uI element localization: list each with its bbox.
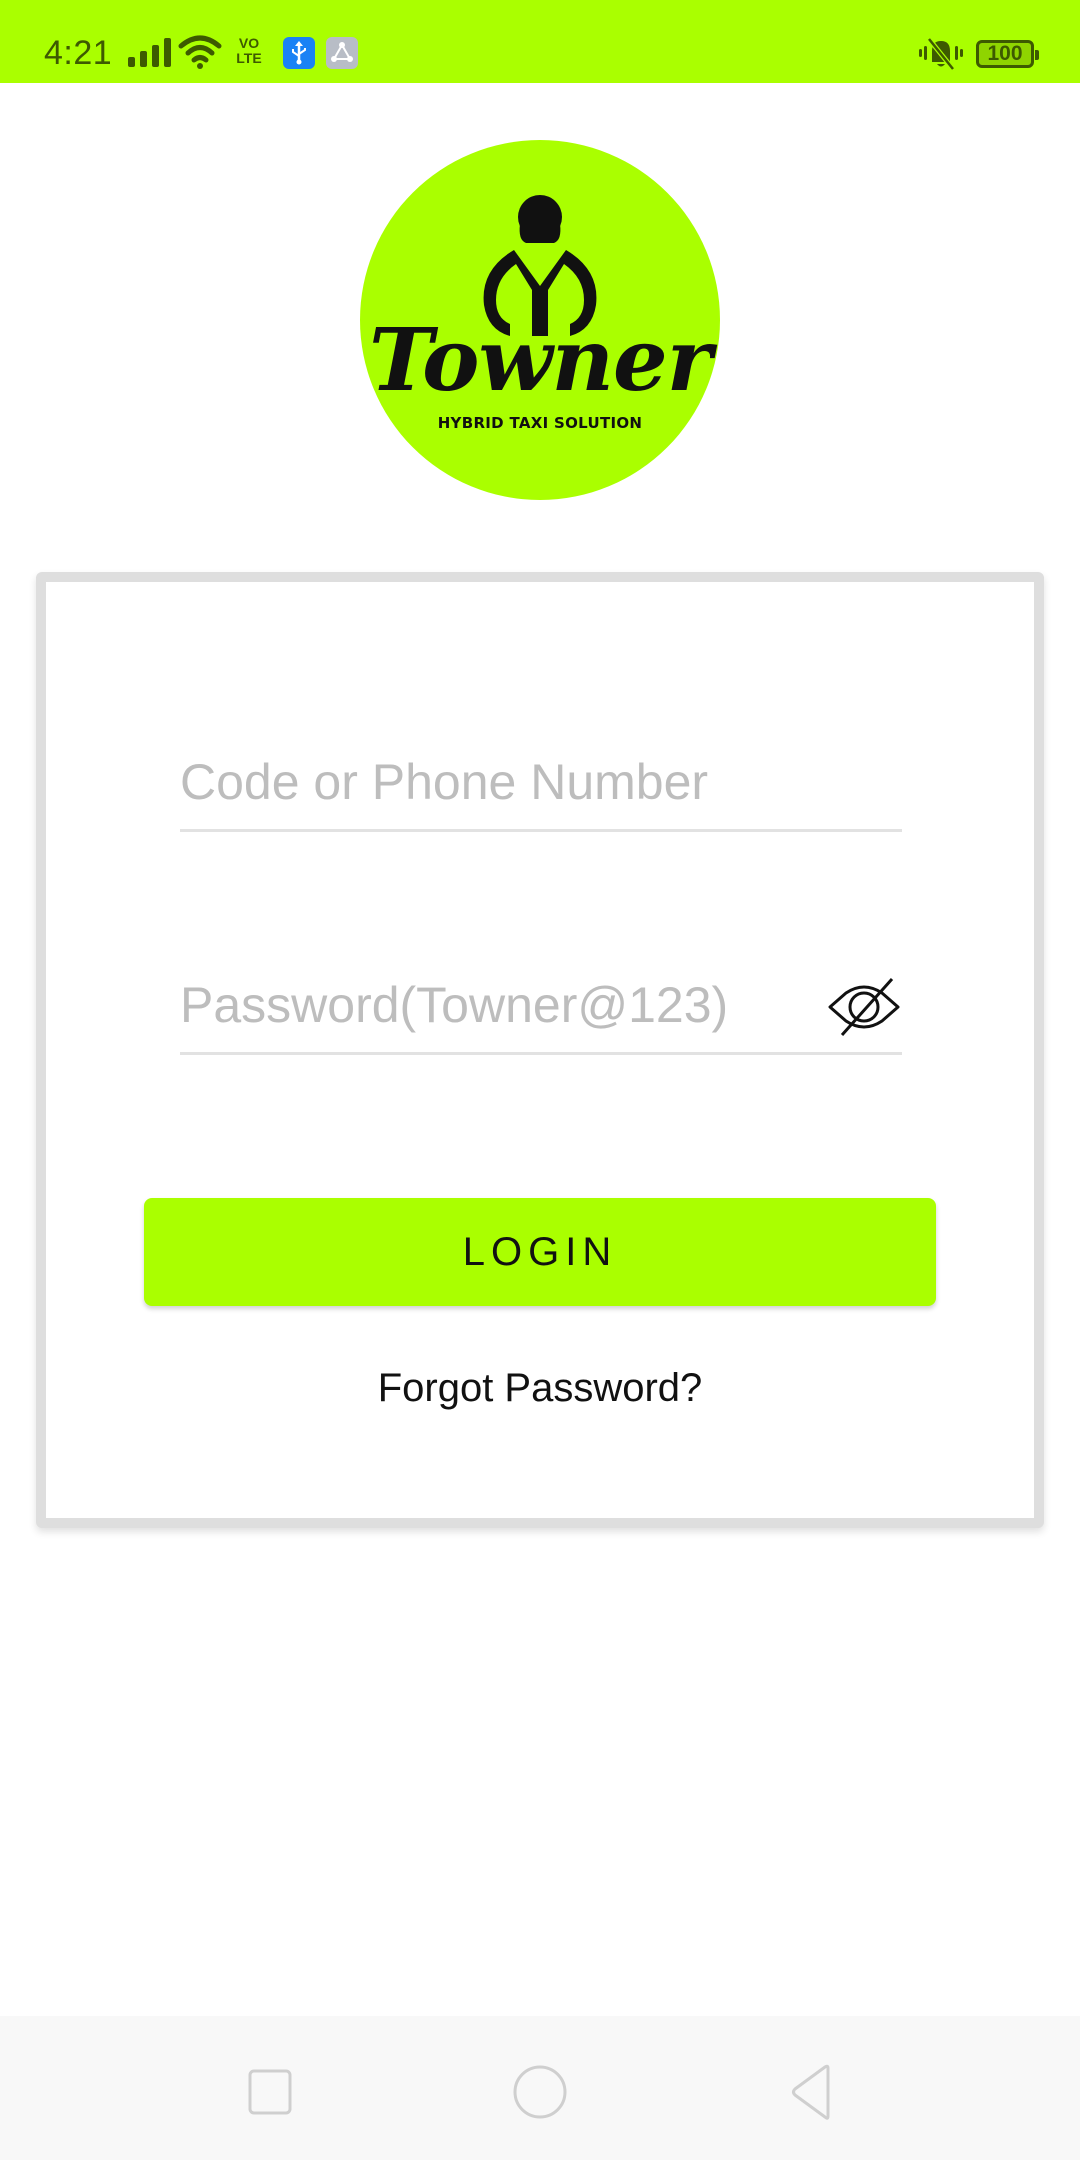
usb-debug-icon — [283, 37, 315, 69]
recent-apps-icon[interactable] — [230, 2056, 310, 2126]
back-icon[interactable] — [770, 2056, 850, 2126]
phone-input[interactable] — [180, 742, 902, 822]
login-card: LOGIN Forgot Password? — [36, 572, 1044, 1528]
brand-name: Towner — [368, 310, 712, 411]
password-field-container — [180, 965, 902, 1055]
volte-label-top: VO — [238, 35, 260, 51]
login-button[interactable]: LOGIN — [144, 1198, 936, 1306]
status-bar: 4:21 VO LTE 100 — [0, 0, 1080, 83]
login-screen: 4:21 VO LTE 100 Towner HYBRID TAXI SOLUT… — [0, 0, 1080, 2160]
share-icon — [326, 37, 358, 69]
wifi-icon — [178, 35, 222, 69]
forgot-password-link[interactable]: Forgot Password? — [46, 1366, 1034, 1411]
brand-tagline: HYBRID TAXI SOLUTION — [437, 414, 643, 432]
home-icon[interactable] — [500, 2056, 580, 2126]
password-input[interactable] — [180, 965, 800, 1045]
phone-field-container — [180, 742, 902, 832]
battery-icon: 100 — [976, 40, 1039, 68]
brand-logo: Towner HYBRID TAXI SOLUTION — [360, 140, 720, 500]
volte-icon: VO LTE — [233, 36, 265, 66]
volte-label-bottom: LTE — [236, 50, 262, 66]
vibrate-mute-icon — [919, 37, 963, 71]
eye-off-icon[interactable] — [826, 975, 902, 1039]
system-nav-bar — [0, 2016, 1080, 2160]
signal-icon — [128, 38, 171, 67]
status-time: 4:21 — [44, 34, 113, 72]
